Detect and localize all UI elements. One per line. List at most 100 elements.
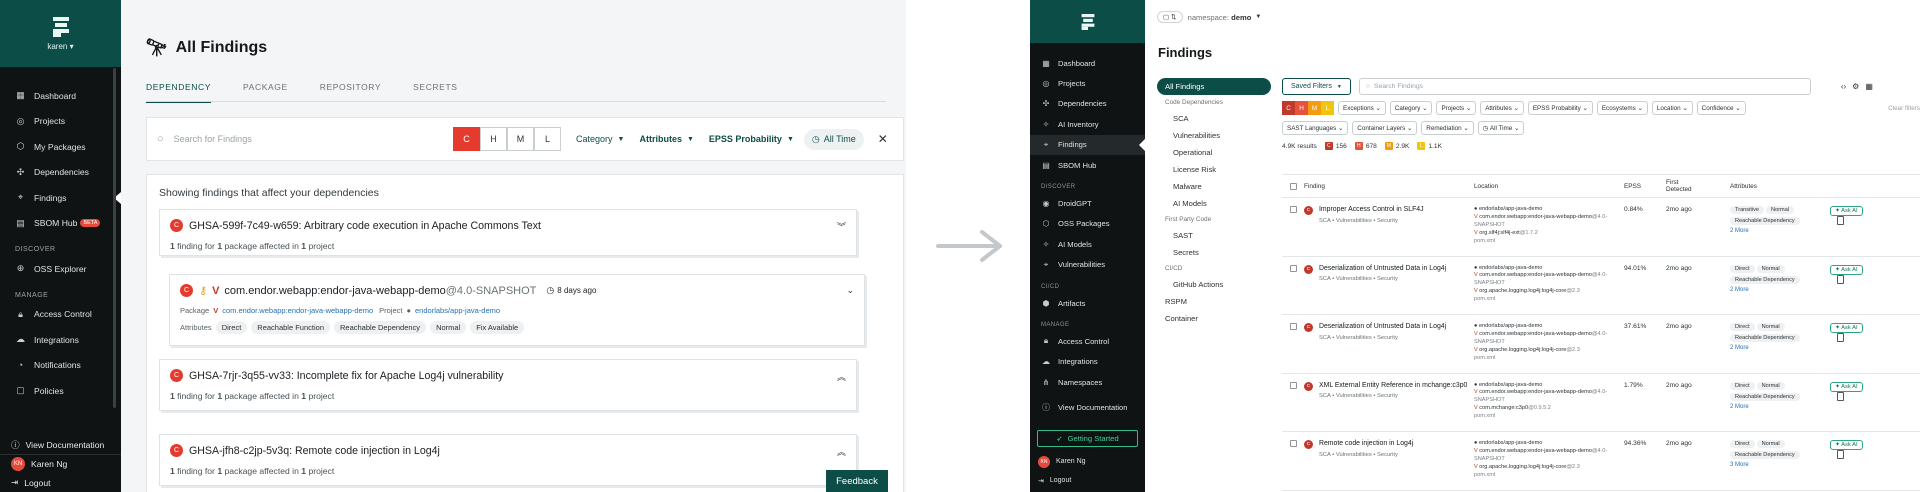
sidebar-item-vulnerabilities[interactable]: ⌖ Vulnerabilities (1030, 255, 1145, 275)
expand-icon[interactable]: ︽ (837, 445, 846, 458)
sidebar-item-droidgpt[interactable]: ◉ DroidGPT (1030, 193, 1145, 213)
sidebar-item-artifacts[interactable]: ⬢ Artifacts (1030, 293, 1145, 313)
sidebar-item-policies[interactable]: ▢ Policies (0, 378, 121, 404)
collapse-icon[interactable]: ︾ (837, 220, 846, 233)
ask-ai-button[interactable]: ✦ Ask AI (1830, 323, 1863, 333)
severity-medium-button[interactable]: M (507, 127, 534, 151)
more-attributes-link[interactable]: 2 More (1730, 287, 1830, 293)
severity-high-button[interactable]: H (1295, 101, 1308, 115)
ask-ai-button[interactable]: ✦ Ask AI (1830, 264, 1863, 275)
location-dependency[interactable]: org.slf4j:slf4j-ext (1479, 230, 1519, 236)
severity-medium-button[interactable]: M (1308, 101, 1321, 115)
finding-title[interactable]: Deserialization of Untrusted Data in Log… (1319, 323, 1446, 332)
sidebar-item-projects[interactable]: ◎ Projects (0, 109, 121, 135)
grid-view-icon[interactable]: ▦ (1865, 82, 1873, 91)
finding-card[interactable]: C GHSA-jfh8-c2jp-5v3q: Remote code inject… (159, 434, 857, 486)
filter-projects[interactable]: Projects ⌄ (1436, 101, 1477, 115)
severity-high-button[interactable]: H (480, 127, 507, 151)
project-link[interactable]: endorlabs/app-java-demo (415, 306, 500, 315)
table-row[interactable]: C Improper Access Control in SLF4J SCA • V… (1282, 198, 1920, 257)
view-documentation-link[interactable]: ⓘ View Documentation (1030, 397, 1145, 417)
location-dependency[interactable]: org.apache.logging.log4j:log4j-core (1479, 288, 1566, 294)
sidebar-item-namespaces[interactable]: ⋔ Namespaces (1030, 372, 1145, 392)
sidebar-item-dependencies[interactable]: ✣ Dependencies (0, 160, 121, 186)
tab-repository[interactable]: REPOSITORY (320, 82, 381, 103)
package-finding-card[interactable]: C ⚷ V com.endor.webapp:endor-java-webapp… (169, 274, 865, 346)
view-documentation-link[interactable]: ⓘ View Documentation (0, 435, 121, 454)
clear-filters-link[interactable]: Clear filters (1888, 105, 1920, 112)
severity-low-button[interactable]: L (534, 127, 561, 151)
ask-ai-button[interactable]: ✦ Ask AI (1830, 206, 1863, 216)
severity-critical-button[interactable]: C (453, 127, 480, 151)
sidebar-item-dependencies[interactable]: ✣ Dependencies (1030, 94, 1145, 114)
nav-all-findings[interactable]: All Findings (1157, 78, 1271, 95)
sidebar-item-dashboard[interactable]: ▦ Dashboard (0, 83, 121, 109)
gear-icon[interactable]: ⚙ (1852, 82, 1859, 91)
table-row[interactable]: C Deserialization of Untrusted Data in Lo… (1282, 257, 1920, 315)
filter-remediation[interactable]: Remediation ⌄ (1421, 121, 1474, 135)
sidebar-item-my-packages[interactable]: ⬡ My Packages (0, 134, 121, 160)
filter-sast-languages[interactable]: SAST Languages ⌄ (1282, 121, 1349, 135)
column-location[interactable]: Location (1474, 183, 1624, 190)
document-icon[interactable] (1837, 333, 1844, 342)
sidebar-item-dashboard[interactable]: ▦ Dashboard (1030, 53, 1145, 73)
table-row[interactable]: C Remote code injection in Log4j SCA • Vul… (1282, 432, 1920, 491)
finding-title[interactable]: Remote code injection in Log4j (1319, 440, 1413, 449)
sidebar-scrollbar[interactable] (113, 68, 116, 408)
row-checkbox[interactable] (1290, 264, 1297, 272)
location-repo[interactable]: endorlabs/app-java-demo (1479, 382, 1542, 388)
location-repo[interactable]: endorlabs/app-java-demo (1479, 440, 1542, 446)
table-row[interactable]: C XML External Entity Reference in mchang… (1282, 374, 1920, 432)
package-link[interactable]: com.endor.webapp:endor-java-webapp-demo (222, 306, 373, 315)
column-attributes[interactable]: Attributes (1730, 183, 1830, 190)
finding-card[interactable]: C GHSA-599f-7c49-w659: Arbitrary code exe… (159, 209, 857, 256)
location-package[interactable]: com.endor.webapp:endor-java-webapp-demo (1479, 448, 1592, 454)
location-package[interactable]: com.endor.webapp:endor-java-webapp-demo (1479, 272, 1592, 278)
filter-category[interactable]: Category ⌄ (1389, 101, 1433, 115)
attributes-dropdown[interactable]: Attributes ▼ (639, 134, 693, 144)
sidebar-item-oss-explorer[interactable]: ⊕ OSS Explorer (0, 256, 121, 282)
filter-time-range[interactable]: ◷ All Time ⌄ (1477, 121, 1525, 135)
filter-ecosystems[interactable]: Ecosystems ⌄ (1596, 101, 1648, 115)
sidebar-item-integrations[interactable]: ☁ Integrations (1030, 352, 1145, 372)
sidebar-item-oss-packages[interactable]: ⬡ OSS Packages (1030, 214, 1145, 234)
sidebar-item-findings[interactable]: ⌖ Findings (1030, 134, 1145, 155)
severity-critical-button[interactable]: C (1282, 101, 1295, 115)
saved-filters-button[interactable]: Saved Filters ▼ (1282, 78, 1351, 95)
row-checkbox[interactable] (1290, 206, 1297, 213)
filter-confidence[interactable]: Confidence ⌄ (1696, 101, 1746, 115)
tab-dependency[interactable]: DEPENDENCY (146, 82, 212, 103)
nav-ai-models[interactable]: AI Models (1157, 195, 1271, 212)
row-checkbox[interactable] (1290, 440, 1297, 447)
table-row[interactable]: C Deserialization of Untrusted Data in Lo… (1282, 315, 1920, 374)
search-input[interactable]: ○ Search Findings (1358, 78, 1811, 95)
finding-title[interactable]: XML External Entity Reference in mchange… (1319, 382, 1467, 391)
clear-filters-icon[interactable]: ✕ (878, 132, 888, 146)
finding-card[interactable]: C GHSA-7rjr-3q55-vv33: Incomplete fix for… (159, 359, 857, 411)
logout-link[interactable]: ⇥ Logout (0, 473, 121, 492)
nav-sca[interactable]: SCA (1157, 110, 1271, 127)
location-repo[interactable]: endorlabs/app-java-demo (1479, 265, 1542, 271)
filter-exceptions[interactable]: Exceptions ⌄ (1338, 101, 1386, 115)
nav-container[interactable]: Container (1157, 310, 1271, 327)
ask-ai-button[interactable]: ✦ Ask AI (1830, 381, 1863, 392)
search-input[interactable]: ○ Search for Findings (147, 133, 447, 145)
location-package[interactable]: com.endor.webapp:endor-java-webapp-demo (1479, 331, 1592, 337)
more-attributes-link[interactable]: 2 More (1730, 228, 1830, 234)
sidebar-item-notifications[interactable]: ◔ Notifications (0, 353, 121, 379)
nav-operational[interactable]: Operational (1157, 144, 1271, 161)
row-checkbox[interactable] (1290, 381, 1297, 389)
sidebar-item-findings[interactable]: ⌖ Findings (0, 185, 121, 211)
nav-license-risk[interactable]: License Risk (1157, 161, 1271, 178)
more-attributes-link[interactable]: 3 More (1730, 462, 1830, 468)
sidebar-item-access-control[interactable]: 🔒︎ Access Control (0, 302, 121, 328)
location-dependency[interactable]: org.apache.logging.log4j:log4j-core (1479, 347, 1566, 353)
column-finding[interactable]: Finding (1304, 183, 1474, 190)
location-dependency[interactable]: org.apache.logging.log4j:log4j-core (1479, 464, 1566, 470)
more-attributes-link[interactable]: 2 More (1730, 404, 1830, 410)
location-package[interactable]: com.endor.webapp:endor-java-webapp-demo (1479, 389, 1592, 395)
filter-epss[interactable]: EPSS Probability ⌄ (1527, 101, 1593, 115)
sidebar-item-ai-inventory[interactable]: ✧ AI Inventory (1030, 114, 1145, 134)
location-repo[interactable]: endorlabs/app-java-demo (1479, 323, 1542, 329)
nav-malware[interactable]: Malware (1157, 178, 1271, 195)
